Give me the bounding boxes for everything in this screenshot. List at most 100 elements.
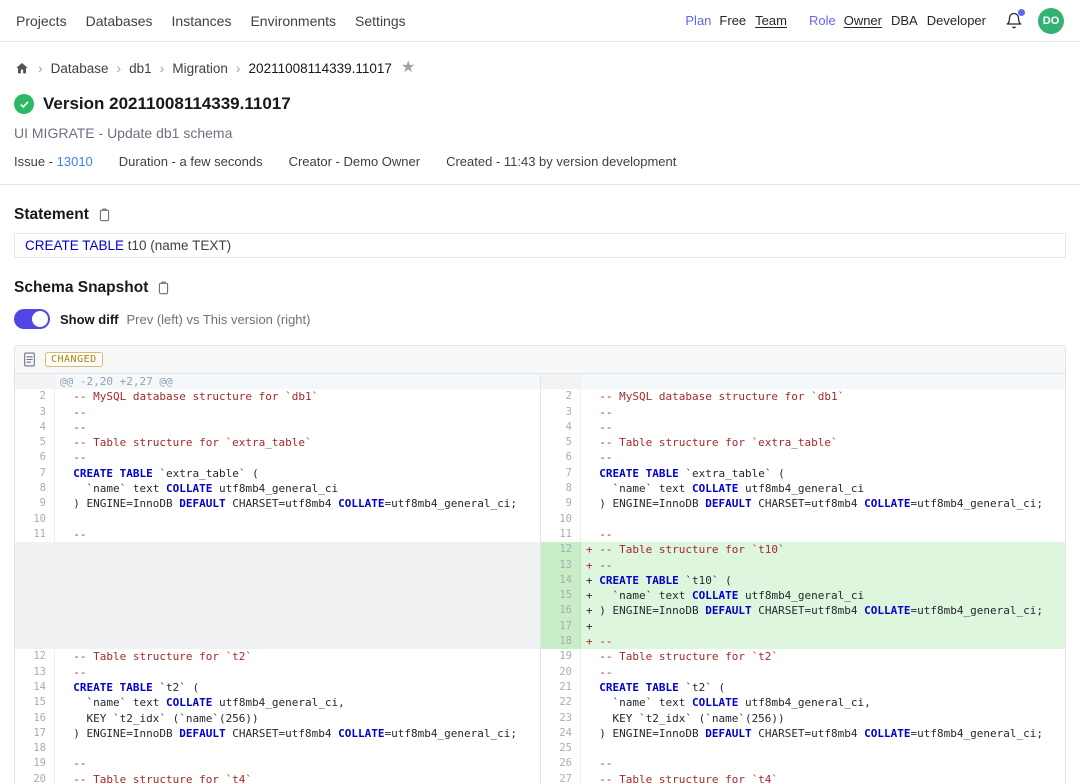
role-option-developer[interactable]: Developer bbox=[927, 13, 986, 28]
line-number: 18 bbox=[15, 741, 55, 756]
statement-section: Statement CREATE TABLE t10 (name TEXT) bbox=[14, 206, 1066, 258]
line-content: ) ENGINE=InnoDB DEFAULT CHARSET=utf8mb4 … bbox=[55, 726, 540, 741]
breadcrumb-chevron-icon: › bbox=[30, 60, 51, 76]
section-divider bbox=[0, 184, 1080, 185]
line-content bbox=[55, 573, 540, 588]
avatar[interactable]: DO bbox=[1038, 8, 1064, 34]
breadcrumb-item[interactable]: db1 bbox=[129, 61, 152, 76]
line-number: 4 bbox=[541, 420, 581, 435]
issue-link[interactable]: 13010 bbox=[57, 154, 93, 169]
copy-snapshot-icon[interactable] bbox=[156, 280, 171, 296]
schema-snapshot-section: Schema Snapshot Show diff Prev (left) vs… bbox=[14, 279, 1066, 784]
statement-heading: Statement bbox=[14, 206, 89, 224]
line-number: 12 bbox=[541, 542, 581, 557]
page-title: Version 20211008114339.11017 bbox=[43, 94, 291, 114]
line-number: 5 bbox=[541, 435, 581, 450]
diff-panel-header[interactable]: CHANGED bbox=[15, 346, 1065, 374]
line-number: 26 bbox=[541, 756, 581, 771]
line-content: + -- bbox=[581, 558, 1065, 573]
sql-rest: t10 (name TEXT) bbox=[124, 238, 231, 253]
line-number: 24 bbox=[541, 726, 581, 741]
line-number bbox=[15, 558, 55, 573]
line-content bbox=[55, 512, 540, 527]
breadcrumb-item[interactable]: 20211008114339.11017 bbox=[249, 61, 392, 76]
line-number: 16 bbox=[541, 603, 581, 618]
line-content bbox=[55, 603, 540, 618]
line-number: 8 bbox=[541, 481, 581, 496]
diff-row: 25 bbox=[541, 741, 1065, 756]
diff-row: 15+ `name` text COLLATE utf8mb4_general_… bbox=[541, 588, 1065, 603]
line-number: 19 bbox=[15, 756, 55, 771]
nav-item-databases[interactable]: Databases bbox=[86, 13, 153, 29]
line-content: -- bbox=[581, 665, 1065, 680]
diff-row: 4 -- bbox=[541, 420, 1065, 435]
line-content bbox=[55, 619, 540, 634]
version-header: Version 20211008114339.11017 UI MIGRATE … bbox=[0, 94, 1080, 169]
line-content: CREATE TABLE `t2` ( bbox=[55, 680, 540, 695]
line-number: 14 bbox=[15, 680, 55, 695]
star-icon[interactable]: ★ bbox=[401, 60, 415, 76]
plan-label: Plan bbox=[685, 13, 711, 28]
plan-option-free[interactable]: Free bbox=[719, 13, 746, 28]
line-content: -- MySQL database structure for `db1` bbox=[55, 389, 540, 404]
breadcrumb-item[interactable]: Database bbox=[51, 61, 109, 76]
line-number: 6 bbox=[15, 450, 55, 465]
line-content: + bbox=[581, 619, 1065, 634]
line-number: 13 bbox=[15, 665, 55, 680]
line-number: 17 bbox=[541, 619, 581, 634]
line-number: 9 bbox=[541, 496, 581, 511]
meta-duration: Duration - a few seconds bbox=[119, 154, 263, 169]
line-content: @@ -2,20 +2,27 @@ bbox=[55, 374, 540, 389]
line-content bbox=[55, 741, 540, 756]
copy-statement-icon[interactable] bbox=[97, 207, 112, 223]
meta-creator: Creator - Demo Owner bbox=[289, 154, 420, 169]
sql-keyword: CREATE TABLE bbox=[25, 238, 124, 253]
plan-option-team[interactable]: Team bbox=[755, 13, 787, 28]
line-number bbox=[15, 603, 55, 618]
line-content bbox=[55, 558, 540, 573]
plan-options: Free Team bbox=[719, 13, 787, 28]
line-content: -- bbox=[581, 405, 1065, 420]
home-icon[interactable] bbox=[14, 61, 30, 76]
line-number: 17 bbox=[15, 726, 55, 741]
line-content: `name` text COLLATE utf8mb4_general_ci, bbox=[55, 695, 540, 710]
nav-item-settings[interactable]: Settings bbox=[355, 13, 406, 29]
nav-item-projects[interactable]: Projects bbox=[16, 13, 67, 29]
line-number: 2 bbox=[15, 389, 55, 404]
top-nav: Projects Databases Instances Environments Se… bbox=[0, 0, 1080, 42]
diff-row: 13 -- bbox=[15, 665, 540, 680]
diff-placeholder-row bbox=[15, 558, 540, 573]
status-done-icon bbox=[14, 94, 34, 114]
line-content: -- bbox=[55, 420, 540, 435]
line-number bbox=[541, 374, 581, 389]
diff-row: 14+ CREATE TABLE `t10` ( bbox=[541, 573, 1065, 588]
line-content: KEY `t2_idx` (`name`(256)) bbox=[581, 711, 1065, 726]
diff-row: 16 KEY `t2_idx` (`name`(256)) bbox=[15, 711, 540, 726]
diff-row: 12+ -- Table structure for `t10` bbox=[541, 542, 1065, 557]
diff-row: 12 -- Table structure for `t2` bbox=[15, 649, 540, 664]
diff-row: 6 -- bbox=[541, 450, 1065, 465]
diff-row: 19 -- bbox=[15, 756, 540, 771]
breadcrumb-item[interactable]: Migration bbox=[172, 61, 228, 76]
line-number: 27 bbox=[541, 772, 581, 784]
diff-row: 10 bbox=[15, 512, 540, 527]
role-option-owner[interactable]: Owner bbox=[844, 13, 882, 28]
diff-row: 15 `name` text COLLATE utf8mb4_general_c… bbox=[15, 695, 540, 710]
role-option-dba[interactable]: DBA bbox=[891, 13, 918, 28]
diff-placeholder-row bbox=[15, 542, 540, 557]
diff-row: 18 bbox=[15, 741, 540, 756]
nav-item-environments[interactable]: Environments bbox=[250, 13, 336, 29]
line-content: -- Table structure for `t4` bbox=[55, 772, 540, 784]
show-diff-toggle[interactable] bbox=[14, 309, 50, 329]
notification-bell-button[interactable] bbox=[1002, 9, 1026, 33]
line-content: `name` text COLLATE utf8mb4_general_ci bbox=[581, 481, 1065, 496]
nav-item-instances[interactable]: Instances bbox=[172, 13, 232, 29]
line-number bbox=[15, 588, 55, 603]
breadcrumb-chevron-icon: › bbox=[228, 60, 249, 76]
line-number: 22 bbox=[541, 695, 581, 710]
line-number: 3 bbox=[541, 405, 581, 420]
line-number: 10 bbox=[15, 512, 55, 527]
diff-row: 26 -- bbox=[541, 756, 1065, 771]
diff-placeholder-row bbox=[15, 603, 540, 618]
line-content: -- Table structure for `extra_table` bbox=[581, 435, 1065, 450]
